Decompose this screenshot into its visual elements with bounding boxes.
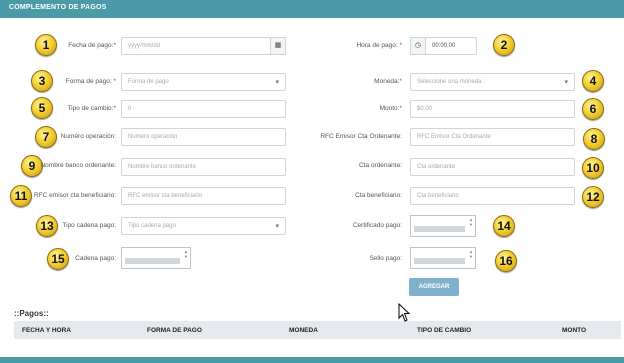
hora-pago-label: Hora de pago: * <box>356 42 402 49</box>
badge-13: 13 <box>36 215 58 237</box>
cta-beneficiario-label: Cta beneficiario: <box>355 192 402 199</box>
payment-complement-form: 1 Fecha de pago:* yyyy/mm/dd ▦ Hora de p… <box>0 0 624 363</box>
pagos-section-title: ::Pagos:: <box>14 309 49 318</box>
numero-operacion-label: Numero operación: <box>60 133 116 140</box>
badge-14: 14 <box>493 215 515 237</box>
monto-label: Monto:* <box>379 105 402 112</box>
badge-11: 11 <box>10 185 32 207</box>
column-fecha-hora: Fecha y hora <box>22 327 71 334</box>
badge-15: 15 <box>47 248 69 270</box>
cta-beneficiario-input[interactable]: Cta beneficiario <box>410 187 575 205</box>
badge-5: 5 <box>31 97 53 119</box>
calendar-icon[interactable]: ▦ <box>270 37 286 55</box>
clock-icon[interactable]: ◷ <box>410 37 426 55</box>
badge-10: 10 <box>582 157 604 179</box>
hora-pago-input[interactable]: 00:00:00 <box>425 37 477 55</box>
tipo-cambio-input[interactable]: 0 <box>121 100 286 118</box>
rfc-emisor-ordenante-input[interactable]: RFC Emisor Cta Ordenante <box>410 128 575 146</box>
cadena-pago-textarea[interactable]: ▲ ▼ <box>121 247 191 269</box>
moneda-select[interactable]: Seleccione una moneda <box>410 73 575 91</box>
cadena-pago-label: Cadena pago: <box>75 255 116 262</box>
panel-footer-bar <box>0 357 624 363</box>
column-tipo-cambio: Tipo de cambio <box>417 327 472 334</box>
rfc-emisor-beneficiario-label: RFC emisor cta beneficiario: <box>34 192 116 199</box>
agregar-button[interactable]: Agregar <box>409 278 459 296</box>
column-forma-pago: Forma de pago <box>147 327 202 334</box>
cta-ordenante-label: Cta ordenante: <box>358 162 402 169</box>
badge-12: 12 <box>582 186 604 208</box>
nombre-banco-label: Nombre banco ordenante: <box>40 162 116 169</box>
textarea-scrollbar[interactable] <box>125 258 180 264</box>
badge-6: 6 <box>582 98 604 120</box>
spinner-icon[interactable]: ▲ ▼ <box>468 249 474 259</box>
forma-pago-select[interactable]: Forma de pago <box>121 73 286 91</box>
moneda-label: Moneda:* <box>374 78 402 85</box>
nombre-banco-input[interactable]: Nombre banco ordenante <box>121 158 286 176</box>
textarea-scrollbar[interactable] <box>414 226 465 232</box>
badge-4: 4 <box>582 70 604 92</box>
monto-input[interactable]: $0.00 <box>410 100 575 118</box>
badge-8: 8 <box>583 128 605 150</box>
badge-1: 1 <box>35 34 57 56</box>
sello-pago-textarea[interactable]: ▲ ▼ <box>410 247 476 269</box>
badge-3: 3 <box>31 70 53 92</box>
rfc-emisor-beneficiario-input[interactable]: RFC emisor cta beneficiario <box>121 187 286 205</box>
mouse-cursor-icon <box>398 303 411 322</box>
textarea-scrollbar[interactable] <box>414 258 465 264</box>
badge-7: 7 <box>35 126 57 148</box>
rfc-emisor-ordenante-label: RFC Emisor Cta Ordenante: <box>320 133 402 140</box>
numero-operacion-input[interactable]: Numero operación <box>121 128 286 146</box>
certificado-pago-textarea[interactable]: ▲ ▼ <box>410 215 476 237</box>
tipo-cadena-label: Tipo cadena pago: <box>62 222 116 229</box>
column-moneda: Moneda <box>289 327 318 334</box>
forma-pago-label: Forma de pago: * <box>65 78 116 85</box>
badge-2: 2 <box>493 34 515 56</box>
spinner-icon[interactable]: ▲ ▼ <box>183 249 189 259</box>
sello-pago-label: Sello pago: <box>369 255 402 262</box>
tipo-cadena-select[interactable]: Tipo cadena pago <box>121 217 286 235</box>
certificado-pago-label: Certificado pago: <box>352 222 402 229</box>
spinner-icon[interactable]: ▲ ▼ <box>468 217 474 227</box>
tipo-cambio-label: Tipo de cambio:* <box>67 105 116 112</box>
cta-ordenante-input[interactable]: Cta ordenante <box>410 158 575 176</box>
pagos-table-header: Fecha y hora Forma de pago Moneda Tipo d… <box>14 321 621 339</box>
column-monto: Monto <box>562 327 587 334</box>
fecha-pago-input[interactable]: yyyy/mm/dd <box>121 37 271 55</box>
badge-16: 16 <box>495 250 517 272</box>
fecha-pago-label: Fecha de pago:* <box>68 42 116 49</box>
